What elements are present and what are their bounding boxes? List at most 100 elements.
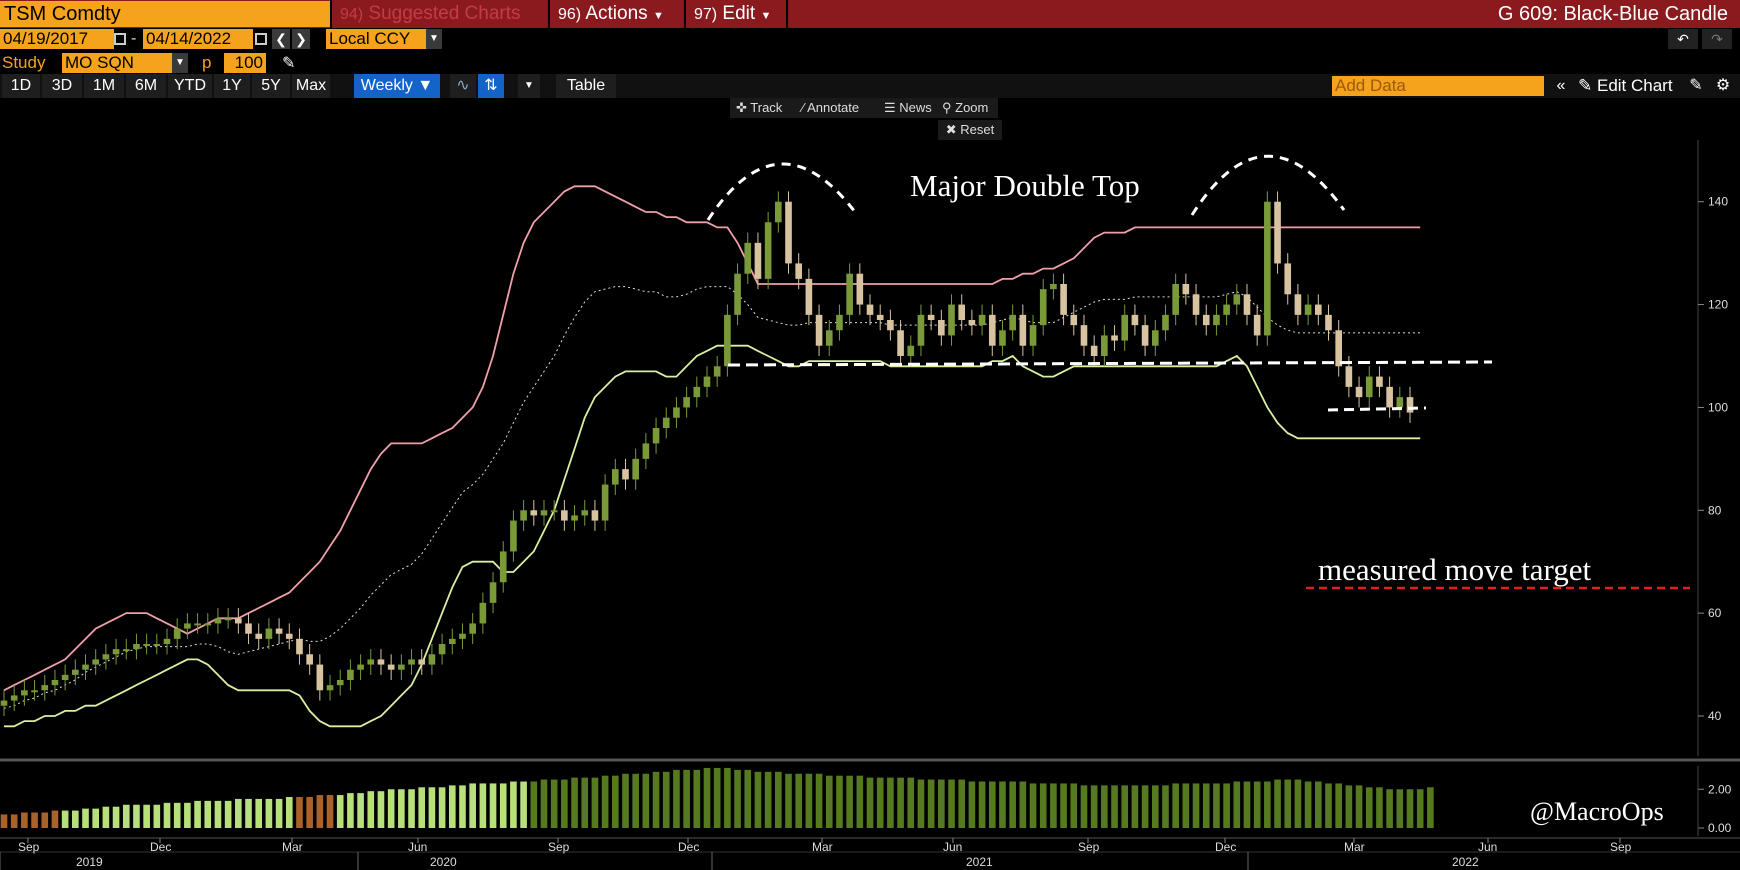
candle-body (968, 320, 976, 326)
left-top-arc (706, 162, 860, 221)
candle-body (1365, 376, 1373, 398)
candle-body (235, 618, 242, 624)
volume-bar (398, 789, 405, 828)
candle-body (82, 664, 89, 670)
volume-bar (744, 769, 752, 828)
volume-bar (143, 804, 150, 828)
volume-bar (184, 802, 191, 828)
volume-bar (489, 783, 497, 828)
middle-band-line (3, 286, 1421, 709)
volume-bar (51, 810, 59, 828)
price-axis: 40 60 80 100 120 140 (1698, 195, 1728, 723)
x-tick-label: Sep (548, 840, 570, 854)
candle-body (754, 242, 762, 279)
candle-body (143, 644, 150, 646)
candle-body (530, 510, 538, 516)
volume-bar (1416, 789, 1424, 828)
candle-body (581, 510, 589, 516)
volume-bar (377, 791, 385, 828)
volume-bar (41, 812, 49, 828)
volume-bar (1050, 783, 1057, 828)
candle-body (1192, 294, 1200, 315)
volume-bar (764, 771, 772, 828)
candle-body (876, 314, 884, 320)
x-tick-label: Jun (943, 840, 962, 854)
volume-bar (316, 795, 324, 828)
volume-bar (917, 779, 925, 828)
volume-bar (387, 789, 395, 828)
candle-body (1264, 201, 1271, 336)
volume-bar (245, 798, 252, 828)
time-axis: Sep Dec Mar Jun Sep Dec Mar Jun Sep Dec Mar Jun Sep 2… (0, 837, 1740, 870)
volume-bar (876, 777, 884, 828)
volume-bar (306, 797, 313, 828)
candle-body (1294, 294, 1302, 315)
volume-bar (459, 785, 466, 828)
volume-bar (958, 779, 966, 828)
candle-body (255, 633, 263, 639)
volume-bar (1111, 785, 1118, 828)
volume-bar (988, 781, 996, 828)
candle-body (744, 242, 752, 274)
candle-body (561, 510, 568, 521)
candle-body (112, 649, 120, 655)
volume-layer: 2.00 0.00 (0, 766, 1732, 836)
volume-bar (1365, 787, 1373, 828)
volume-bar (194, 800, 201, 828)
candle-body (1376, 376, 1383, 387)
volume-bar (550, 779, 558, 828)
volume-bar (1009, 781, 1016, 828)
candle-body (1406, 397, 1414, 413)
candle-body (907, 345, 915, 356)
candle-body (785, 201, 792, 264)
upper-band-line (3, 185, 1421, 692)
x-tick-label: Sep (18, 840, 40, 854)
volume-bar (1019, 781, 1027, 828)
candle-body (1141, 325, 1149, 346)
x-tick-label: Dec (1215, 840, 1236, 854)
candle-body (438, 644, 446, 655)
candle-body (1253, 314, 1261, 336)
candle-body (163, 638, 171, 644)
volume-bar (1223, 783, 1230, 828)
candle-body (122, 649, 130, 652)
candle-body (31, 690, 38, 693)
volume-bar (530, 781, 538, 828)
candle-body (92, 659, 100, 665)
candle-body (1039, 289, 1047, 326)
candle-body (805, 278, 813, 315)
volume-bar (1355, 785, 1363, 828)
volume-bar (0, 814, 8, 828)
volume-bar (754, 771, 762, 828)
candle-body (1151, 330, 1159, 346)
volume-bar (693, 769, 701, 828)
candle-body (265, 628, 273, 639)
volume-bar (92, 808, 100, 828)
volume-bar (285, 797, 293, 828)
candle-body (398, 664, 405, 670)
volume-bar (235, 798, 242, 828)
candle-body (459, 633, 466, 639)
volume-bar (1406, 789, 1414, 828)
volume-bar (683, 769, 690, 828)
candle-body (0, 700, 8, 706)
volume-bar (1151, 785, 1159, 828)
candle-body (1335, 330, 1342, 367)
candle-body (978, 314, 986, 326)
volume-bar (1029, 783, 1037, 828)
candle-body (1202, 314, 1210, 326)
price-chart[interactable]: 406080100120140 2.000.00 Sep Dec Mar Jun Sep… (0, 0, 1740, 870)
candle-body (846, 273, 853, 315)
volume-bar (72, 810, 79, 828)
candle-body (917, 314, 925, 346)
candle-body (51, 680, 59, 686)
x-tick-label: Mar (282, 840, 303, 854)
candle-body (408, 659, 415, 665)
volume-bar (673, 769, 680, 828)
candle-body (611, 469, 619, 485)
volume-bar (1162, 785, 1169, 828)
volume-bar (347, 793, 354, 828)
volume-bar (1274, 779, 1281, 828)
volume-bar (1101, 785, 1108, 828)
candles-layer (0, 191, 1414, 716)
